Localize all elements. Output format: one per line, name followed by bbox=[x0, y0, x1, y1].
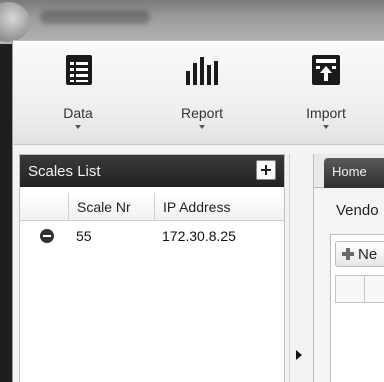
app-window: Data Report Import Scales List Scale Nr … bbox=[12, 40, 384, 382]
bar-chart-icon bbox=[186, 57, 218, 85]
scales-table-header: Scale Nr IP Address bbox=[20, 193, 284, 221]
ribbon-data-label: Data bbox=[63, 105, 93, 121]
new-button[interactable]: Ne bbox=[335, 241, 384, 267]
column-header-ip-address[interactable]: IP Address bbox=[154, 193, 284, 221]
table-row[interactable]: 55 172.30.8.25 bbox=[20, 221, 284, 251]
import-icon bbox=[312, 55, 340, 85]
scales-list-header: Scales List bbox=[20, 155, 284, 187]
scales-list-title: Scales List bbox=[28, 163, 101, 180]
new-button-label: Ne bbox=[358, 246, 378, 263]
grid-header bbox=[335, 275, 384, 303]
data-table-icon bbox=[66, 55, 92, 85]
ribbon-import-label: Import bbox=[306, 105, 346, 121]
grid-column-divider bbox=[364, 276, 365, 302]
expand-right-arrow-icon[interactable] bbox=[296, 350, 302, 360]
chevron-down-icon bbox=[199, 125, 205, 129]
window-title bbox=[40, 10, 150, 24]
vendor-label: Vendo bbox=[336, 202, 379, 219]
main-content-panel: Home Vendo Ne bbox=[313, 154, 384, 382]
app-orb-button[interactable] bbox=[0, 2, 30, 42]
tab-strip: Home bbox=[314, 154, 384, 188]
panel-splitter[interactable] bbox=[289, 154, 313, 382]
cell-scale-nr: 55 bbox=[76, 228, 92, 244]
plus-icon bbox=[342, 248, 354, 260]
vendor-subpanel: Ne bbox=[330, 234, 384, 382]
remove-circle-icon[interactable] bbox=[40, 229, 54, 243]
tab-home[interactable]: Home bbox=[324, 158, 384, 188]
ribbon-toolbar: Data Report Import bbox=[13, 41, 384, 145]
ribbon-report-label: Report bbox=[180, 105, 224, 121]
column-header-scale-nr[interactable]: Scale Nr bbox=[68, 193, 154, 221]
chevron-down-icon bbox=[75, 125, 81, 129]
ribbon-import-button[interactable]: Import bbox=[291, 53, 361, 141]
title-bar bbox=[0, 0, 384, 44]
chevron-down-icon bbox=[323, 125, 329, 129]
ribbon-report-button[interactable]: Report bbox=[167, 53, 237, 141]
scales-list-panel: Scales List Scale Nr IP Address 55 172.3… bbox=[19, 154, 285, 382]
ribbon-data-button[interactable]: Data bbox=[43, 53, 113, 141]
column-header-action bbox=[20, 193, 68, 221]
add-scale-button[interactable] bbox=[256, 160, 276, 180]
cell-ip-address: 172.30.8.25 bbox=[162, 228, 236, 244]
